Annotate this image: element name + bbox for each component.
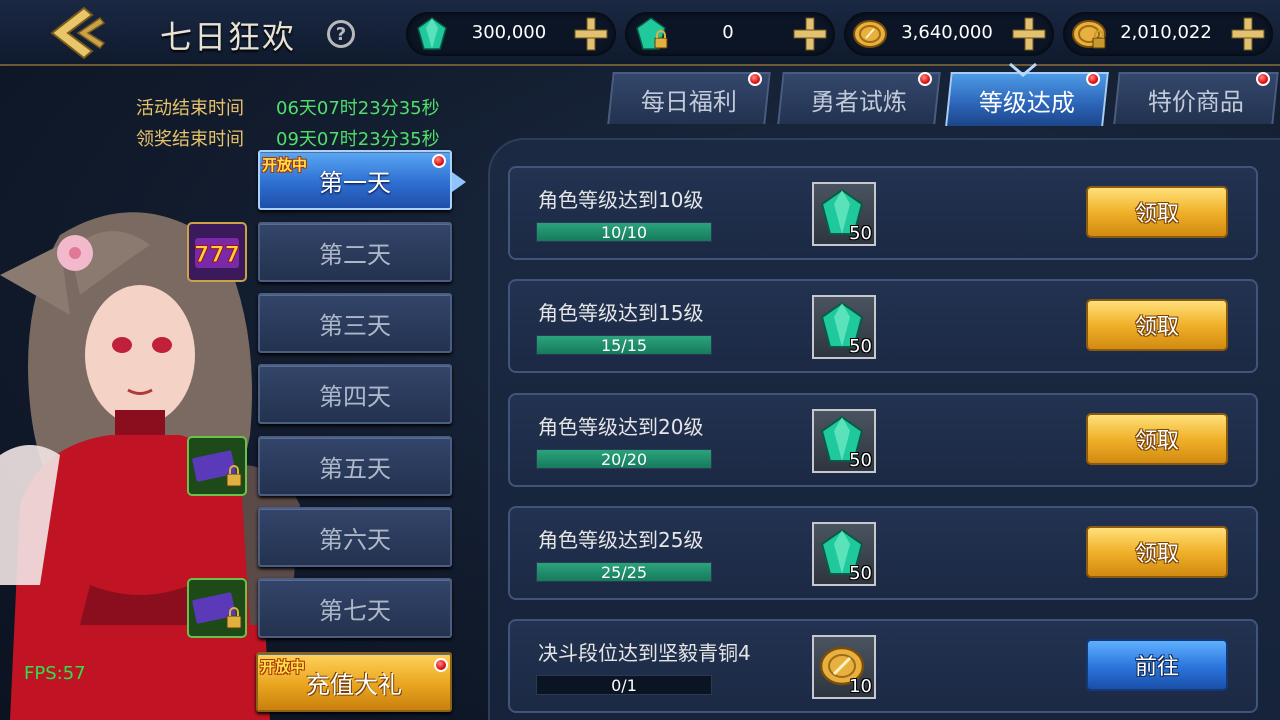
day-1-button[interactable]: 开放中 第一天 <box>258 150 452 210</box>
day-3-button[interactable]: 第三天 <box>258 293 452 353</box>
day-5-button[interactable]: 第五天 <box>258 436 452 496</box>
claim-end-label: 领奖结束时间 <box>136 129 244 150</box>
add-diamond-plus-icon[interactable] <box>572 15 610 53</box>
currency-locked-gold: 2,010,022 <box>1063 12 1273 56</box>
green-diamond-icon <box>417 17 447 50</box>
claim-button[interactable]: 领取 <box>1086 299 1228 351</box>
task-row: 角色等级达到15级 15/15 50 领取 <box>508 279 1258 373</box>
reward-slot[interactable]: 50 <box>812 522 876 586</box>
page-title: 七日狂欢 <box>160 18 297 56</box>
task-progress-bar: 0/1 <box>536 675 712 695</box>
currency-locked-diamond: 0 <box>625 12 835 56</box>
currency-value: 2,010,022 <box>1120 22 1212 43</box>
event-end-label: 活动结束时间 <box>136 98 244 119</box>
notification-dot <box>1086 72 1101 86</box>
task-title: 角色等级达到10级 <box>538 188 704 212</box>
currency-value: 300,000 <box>471 22 547 43</box>
task-row: 决斗段位达到坚毅青铜4 0/1 10 前往 <box>508 619 1258 713</box>
active-day-pointer-icon <box>452 172 466 192</box>
task-row: 角色等级达到25级 25/25 50 领取 <box>508 506 1258 600</box>
event-end-value: 06天07时23分35秒 <box>276 98 440 119</box>
notification-dot <box>1255 72 1270 86</box>
reward-quantity: 50 <box>849 563 872 584</box>
currency-value: 0 <box>722 22 734 43</box>
claim-button[interactable]: 领取 <box>1086 526 1228 578</box>
day-2-button[interactable]: 第二天 <box>258 222 452 282</box>
task-progress-bar: 10/10 <box>536 222 712 242</box>
active-tab-chevron-icon <box>1009 62 1037 77</box>
task-progress-bar: 25/25 <box>536 562 712 582</box>
notification-dot <box>747 72 762 86</box>
currency-value: 3,640,000 <box>901 22 993 43</box>
task-title: 决斗段位达到坚毅青铜4 <box>538 641 751 665</box>
task-progress-text: 0/1 <box>611 676 637 695</box>
notification-dot <box>917 72 932 86</box>
top-bar: 七日狂欢 ? 300,000 0 3,640,000 2,010,022 <box>0 0 1280 66</box>
tab-label: 特价商品 <box>1147 87 1244 116</box>
tab-daily-welfare[interactable]: 每日福利 <box>607 72 771 124</box>
reward-slot[interactable]: 50 <box>812 182 876 246</box>
locked-gold-coin-icon <box>1072 20 1106 49</box>
notification-dot <box>432 154 446 168</box>
open-tag: 开放中 <box>262 156 308 174</box>
task-progress-text: 10/10 <box>600 223 648 242</box>
day-label: 第四天 <box>319 382 391 411</box>
event-timers: 活动结束时间 06天07时23分35秒 领奖结束时间 09天07时23分35秒 <box>136 93 440 155</box>
claim-end-value: 09天07时23分35秒 <box>276 129 440 150</box>
reward-slot[interactable]: 10 <box>812 635 876 699</box>
notification-dot <box>434 658 448 672</box>
day-label: 第六天 <box>319 525 391 554</box>
reward-slot[interactable]: 50 <box>812 295 876 359</box>
currency-diamond: 300,000 <box>406 12 616 56</box>
locked-ticket-icon[interactable] <box>187 578 247 638</box>
tab-special-offers[interactable]: 特价商品 <box>1113 72 1279 124</box>
day-label: 第三天 <box>319 311 391 340</box>
task-progress-bar: 20/20 <box>536 449 712 469</box>
task-title: 角色等级达到20级 <box>538 415 704 439</box>
task-row: 角色等级达到10级 10/10 50 领取 <box>508 166 1258 260</box>
task-title: 角色等级达到25级 <box>538 528 704 552</box>
tab-hero-trial[interactable]: 勇者试炼 <box>777 72 941 124</box>
go-to-button[interactable]: 前往 <box>1086 639 1228 691</box>
tab-label: 每日福利 <box>640 87 737 116</box>
reward-quantity: 50 <box>849 223 872 244</box>
reward-quantity: 10 <box>849 676 872 697</box>
fps-counter: FPS:57 <box>24 663 86 684</box>
add-gold-plus-icon[interactable] <box>1010 15 1048 53</box>
task-title: 角色等级达到15级 <box>538 301 704 325</box>
back-arrow-icon[interactable] <box>44 4 110 62</box>
task-progress-text: 25/25 <box>600 563 648 582</box>
locked-green-diamond-icon <box>636 17 668 50</box>
day-7-button[interactable]: 第七天 <box>258 578 452 638</box>
svg-text:777: 777 <box>194 243 240 268</box>
recharge-gift-button[interactable]: 开放中 充值大礼 <box>256 652 452 712</box>
add-locked-diamond-plus-icon[interactable] <box>791 15 829 53</box>
day-label: 第二天 <box>319 240 391 269</box>
claim-button[interactable]: 领取 <box>1086 413 1228 465</box>
add-locked-gold-plus-icon[interactable] <box>1229 15 1267 53</box>
slot-machine-777-icon[interactable]: 777 <box>187 222 247 282</box>
tab-label: 勇者试炼 <box>810 87 907 116</box>
gold-coin-icon <box>853 20 887 48</box>
day-4-button[interactable]: 第四天 <box>258 364 452 424</box>
currency-gold: 3,640,000 <box>844 12 1054 56</box>
reward-quantity: 50 <box>849 336 872 357</box>
open-tag: 开放中 <box>260 658 306 676</box>
task-progress-text: 20/20 <box>600 450 648 469</box>
claim-button[interactable]: 领取 <box>1086 186 1228 238</box>
reward-quantity: 50 <box>849 450 872 471</box>
tab-level-achievement[interactable]: 等级达成 <box>945 72 1109 126</box>
day-label: 第五天 <box>319 454 391 483</box>
day-label: 第七天 <box>319 596 391 625</box>
task-row: 角色等级达到20级 20/20 50 领取 <box>508 393 1258 487</box>
task-progress-text: 15/15 <box>600 336 648 355</box>
tab-label: 等级达成 <box>978 88 1075 117</box>
task-progress-bar: 15/15 <box>536 335 712 355</box>
day-6-button[interactable]: 第六天 <box>258 507 452 567</box>
reward-slot[interactable]: 50 <box>812 409 876 473</box>
help-icon[interactable]: ? <box>327 20 355 48</box>
day-label: 第一天 <box>319 168 391 197</box>
locked-ticket-icon[interactable] <box>187 436 247 496</box>
gift-label: 充值大礼 <box>306 670 402 699</box>
